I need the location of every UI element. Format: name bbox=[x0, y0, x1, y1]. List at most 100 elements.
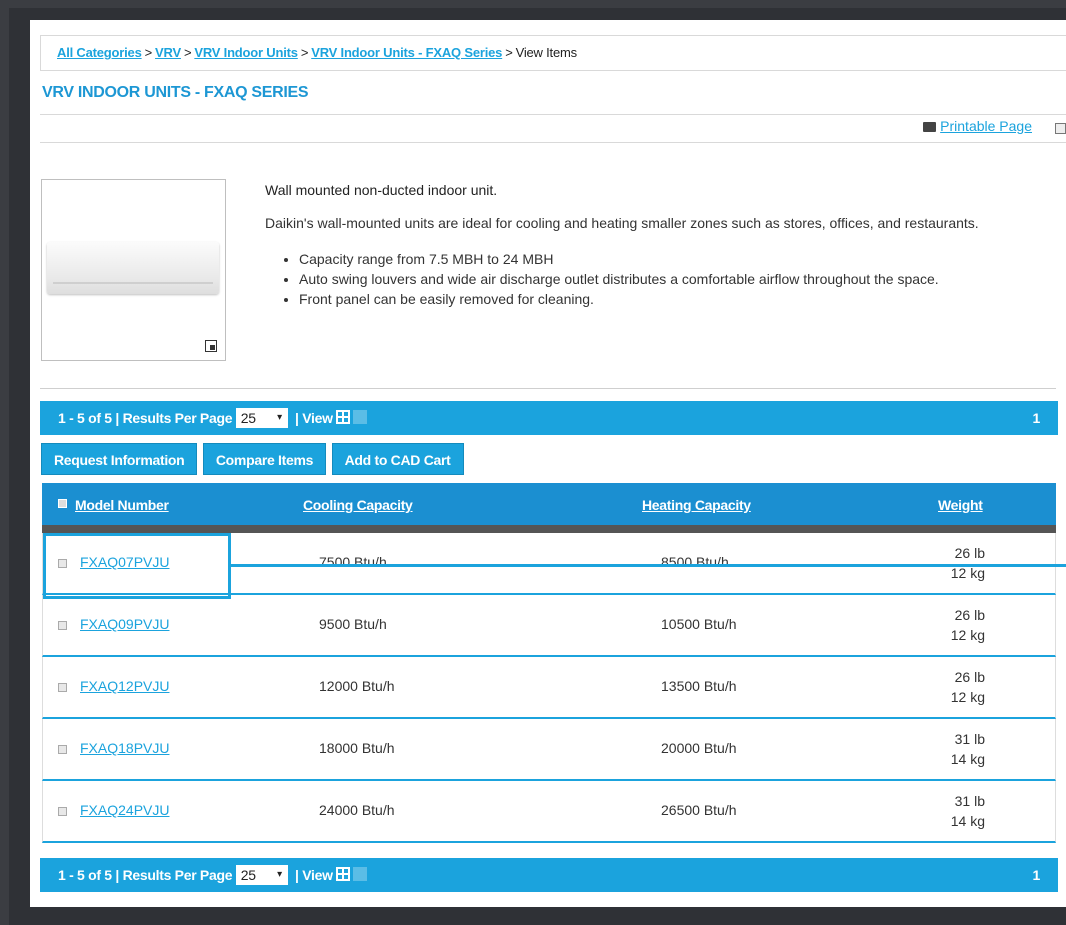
pager-separator: | bbox=[115, 867, 120, 883]
pager-separator: | bbox=[115, 410, 120, 426]
view-label: View bbox=[302, 867, 333, 883]
action-bar: Request Information Compare Items Add to… bbox=[41, 443, 465, 475]
breadcrumb-current: View Items bbox=[515, 45, 578, 60]
grid-view-icon[interactable] bbox=[336, 410, 351, 425]
add-to-cad-cart-button[interactable]: Add to CAD Cart bbox=[331, 443, 464, 475]
heating-capacity: 13500 Btu/h bbox=[661, 678, 737, 694]
weight-kg: 12 kg bbox=[950, 627, 985, 643]
feature-item: Auto swing louvers and wide air discharg… bbox=[299, 269, 1055, 289]
table-header: Model Number Cooling Capacity Heating Ca… bbox=[42, 483, 1056, 525]
description-lead: Wall mounted non-ducted indoor unit. bbox=[265, 182, 498, 198]
grid-view-icon[interactable] bbox=[336, 867, 351, 882]
breadcrumb-vrv-indoor-units[interactable]: VRV Indoor Units bbox=[194, 45, 298, 60]
select-all-checkbox[interactable] bbox=[58, 499, 67, 508]
highlight-callout-box bbox=[43, 533, 231, 599]
model-link[interactable]: FXAQ12PVJU bbox=[80, 678, 169, 694]
weight-lb: 26 lb bbox=[954, 545, 985, 561]
feature-item: Capacity range from 7.5 MBH to 24 MBH bbox=[299, 249, 1055, 269]
table-row: FXAQ12PVJU 12000 Btu/h 13500 Btu/h 26 lb… bbox=[42, 657, 1056, 719]
model-link[interactable]: FXAQ24PVJU bbox=[80, 802, 169, 818]
page-title: VRV INDOOR UNITS - FXAQ SERIES bbox=[42, 84, 309, 101]
weight: 31 lb 14 kg bbox=[943, 729, 985, 769]
pager-top: 1 - 5 of 5 | Results Per Page 25 ▾ | View… bbox=[40, 401, 1058, 435]
results-per-page-value: 25 bbox=[240, 867, 256, 884]
breadcrumb: All Categories > VRV > VRV Indoor Units > VRV … bbox=[40, 35, 1066, 71]
wall-unit-image bbox=[47, 242, 219, 294]
feature-list: Capacity range from 7.5 MBH to 24 MBH Au… bbox=[265, 249, 1055, 309]
request-information-button[interactable]: Request Information bbox=[41, 443, 198, 475]
heating-capacity: 26500 Btu/h bbox=[661, 802, 737, 818]
printer-icon bbox=[923, 122, 937, 133]
cooling-capacity: 12000 Btu/h bbox=[319, 678, 395, 694]
product-image[interactable] bbox=[41, 179, 226, 361]
cooling-capacity: 7500 Btu/h bbox=[319, 554, 387, 570]
result-range: 1 - 5 of 5 bbox=[58, 410, 112, 426]
weight-kg: 12 kg bbox=[950, 689, 985, 705]
model-link[interactable]: FXAQ18PVJU bbox=[80, 740, 169, 756]
divider bbox=[40, 114, 1066, 115]
printable-page-link[interactable]: Printable Page bbox=[923, 118, 1032, 134]
result-range: 1 - 5 of 5 bbox=[58, 867, 112, 883]
breadcrumb-separator: > bbox=[144, 45, 153, 60]
column-cooling-capacity[interactable]: Cooling Capacity bbox=[303, 483, 413, 527]
pager-separator: | bbox=[294, 410, 299, 426]
feature-item: Front panel can be easily removed for cl… bbox=[299, 289, 1055, 309]
weight-lb: 31 lb bbox=[954, 731, 985, 747]
breadcrumb-separator: > bbox=[183, 45, 192, 60]
dropdown-arrow-icon: ▾ bbox=[277, 412, 282, 424]
heating-capacity: 20000 Btu/h bbox=[661, 740, 737, 756]
heating-capacity: 8500 Btu/h bbox=[661, 554, 729, 570]
results-per-page-label: Results Per Page bbox=[122, 410, 233, 426]
list-view-icon[interactable] bbox=[353, 867, 368, 882]
column-weight[interactable]: Weight bbox=[938, 483, 983, 527]
page: All Categories > VRV > VRV Indoor Units > VRV … bbox=[30, 20, 1066, 907]
breadcrumb-vrv[interactable]: VRV bbox=[155, 45, 181, 60]
table-header-bar bbox=[42, 525, 1056, 533]
description-paragraph: Daikin's wall-mounted units are ideal fo… bbox=[265, 215, 979, 231]
results-per-page-select[interactable]: 25 ▾ bbox=[235, 408, 288, 429]
column-heating-capacity[interactable]: Heating Capacity bbox=[642, 483, 751, 527]
expand-icon[interactable] bbox=[1055, 123, 1066, 134]
results-per-page-select[interactable]: 25 ▾ bbox=[235, 865, 288, 886]
weight-lb: 31 lb bbox=[954, 793, 985, 809]
breadcrumb-all-categories[interactable]: All Categories bbox=[57, 45, 142, 60]
weight: 31 lb 14 kg bbox=[943, 791, 985, 831]
product-description: Wall mounted non-ducted indoor unit. Dai… bbox=[265, 180, 1055, 309]
weight: 26 lb 12 kg bbox=[943, 543, 985, 583]
table-row: FXAQ18PVJU 18000 Btu/h 20000 Btu/h 31 lb… bbox=[42, 719, 1056, 781]
table-row: FXAQ24PVJU 24000 Btu/h 26500 Btu/h 31 lb… bbox=[42, 781, 1056, 843]
row-checkbox[interactable] bbox=[58, 621, 67, 630]
weight-lb: 26 lb bbox=[954, 607, 985, 623]
printable-page-label: Printable Page bbox=[940, 118, 1032, 134]
cooling-capacity: 9500 Btu/h bbox=[319, 616, 387, 632]
list-view-icon[interactable] bbox=[353, 410, 368, 425]
compare-items-button[interactable]: Compare Items bbox=[202, 443, 327, 475]
weight: 26 lb 12 kg bbox=[943, 605, 985, 645]
divider bbox=[40, 388, 1056, 389]
weight-lb: 26 lb bbox=[954, 669, 985, 685]
view-label: View bbox=[302, 410, 333, 426]
row-checkbox[interactable] bbox=[58, 807, 67, 816]
enlarge-icon[interactable] bbox=[205, 340, 217, 352]
breadcrumb-separator: > bbox=[505, 45, 513, 60]
cooling-capacity: 24000 Btu/h bbox=[319, 802, 395, 818]
dropdown-arrow-icon: ▾ bbox=[277, 869, 282, 881]
table-row: FXAQ09PVJU 9500 Btu/h 10500 Btu/h 26 lb 1… bbox=[42, 595, 1056, 657]
cooling-capacity: 18000 Btu/h bbox=[319, 740, 395, 756]
row-checkbox[interactable] bbox=[58, 745, 67, 754]
weight-kg: 12 kg bbox=[950, 565, 985, 581]
row-checkbox[interactable] bbox=[58, 683, 67, 692]
results-per-page-label: Results Per Page bbox=[122, 867, 233, 883]
page-number[interactable]: 1 bbox=[1033, 401, 1041, 435]
divider bbox=[40, 142, 1066, 143]
breadcrumb-fxaq-series[interactable]: VRV Indoor Units - FXAQ Series bbox=[311, 45, 502, 60]
weight-kg: 14 kg bbox=[950, 751, 985, 767]
breadcrumb-separator: > bbox=[300, 45, 309, 60]
column-model-number[interactable]: Model Number bbox=[75, 483, 169, 527]
heating-capacity: 10500 Btu/h bbox=[661, 616, 737, 632]
weight: 26 lb 12 kg bbox=[943, 667, 985, 707]
page-number[interactable]: 1 bbox=[1033, 858, 1041, 892]
pager-separator: | bbox=[294, 867, 299, 883]
model-link[interactable]: FXAQ09PVJU bbox=[80, 616, 169, 632]
highlight-callout-line bbox=[231, 564, 1066, 567]
